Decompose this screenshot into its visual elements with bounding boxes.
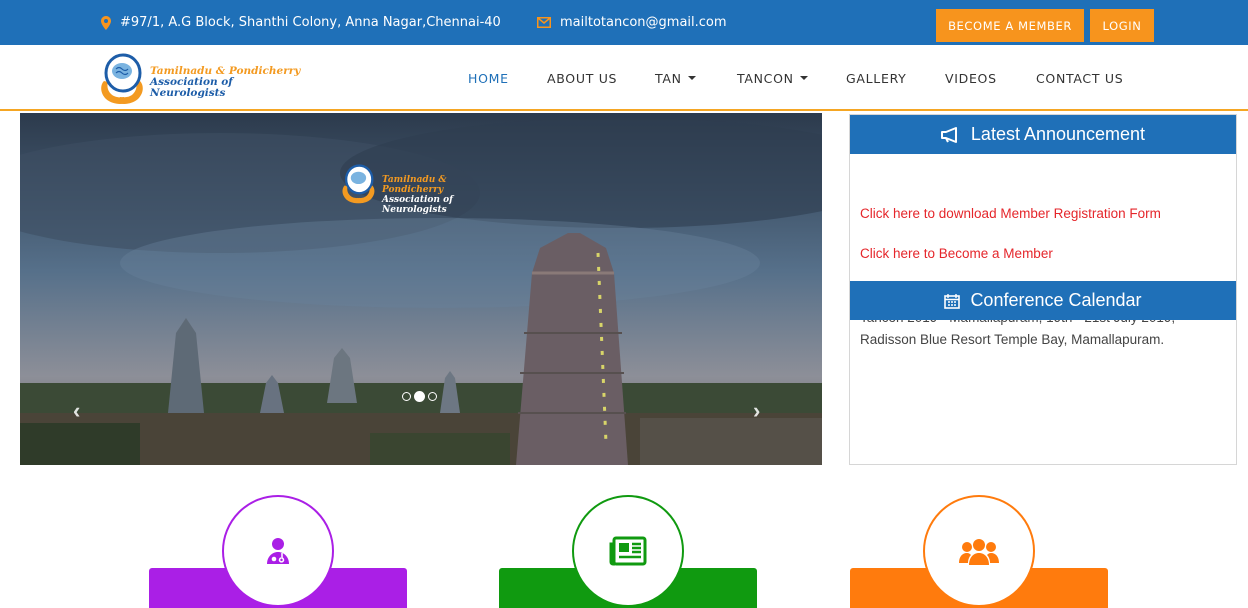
slider-prev-button[interactable]: ‹: [73, 398, 80, 424]
calendar-header: Conference Calendar: [850, 281, 1236, 320]
become-member-button[interactable]: BECOME A MEMBER: [936, 9, 1084, 42]
email-info[interactable]: mailtotancon@gmail.com: [537, 0, 727, 45]
slider-dot[interactable]: [428, 392, 437, 401]
newspaper-icon: [609, 536, 647, 566]
slider-next-button[interactable]: ›: [753, 398, 760, 424]
logo-line-2: Association of Neurologists: [150, 76, 233, 99]
announcement-title: Latest Announcement: [970, 124, 1146, 144]
announcement-header: Latest Announcement: [850, 115, 1236, 154]
slider-indicators: [402, 391, 437, 402]
email-link[interactable]: mailtotancon@gmail.com: [560, 15, 727, 30]
envelope-icon: [537, 17, 551, 28]
slider-dot-active[interactable]: [414, 391, 425, 402]
calendar-list: Tancon 2019 - Mamallapuram, 19th - 21st …: [850, 320, 1236, 465]
caret-down-icon: [687, 76, 696, 80]
calendar-title: Conference Calendar: [970, 290, 1142, 310]
feature-circle-green[interactable]: [572, 495, 684, 607]
nav-home[interactable]: HOME: [468, 45, 509, 111]
slide-logo-text: Tamilnadu & Pondicherry Association of N…: [382, 175, 510, 215]
map-marker-icon: [101, 15, 111, 30]
address-text: #97/1, A.G Block, Shanthi Colony, Anna N…: [120, 15, 501, 30]
nav-contact-us[interactable]: CONTACT US: [1036, 45, 1123, 111]
hero-slider: Tamilnadu & Pondicherry Association of N…: [20, 113, 822, 465]
nav-tan[interactable]: TAN: [655, 45, 696, 111]
nav-gallery[interactable]: GALLERY: [846, 45, 907, 111]
caret-down-icon: [799, 76, 808, 80]
nav-tan-label: TAN: [655, 70, 682, 86]
slide-logo-line-1: Tamilnadu & Pondicherry: [382, 175, 447, 195]
users-icon: [959, 539, 999, 565]
feature-circle-orange[interactable]: [923, 495, 1035, 607]
top-bar: #97/1, A.G Block, Shanthi Colony, Anna N…: [0, 0, 1248, 45]
nav-tancon-label: TANCON: [737, 70, 794, 86]
calendar-icon: [944, 293, 961, 309]
slide-logo-line-2: Association of Neurologists: [382, 195, 453, 215]
announcement-link-become-member[interactable]: Click here to Become a Member: [860, 246, 1053, 261]
main-navbar: Tamilnadu & Pondicherry Association of N…: [0, 45, 1248, 111]
nav-videos[interactable]: VIDEOS: [945, 45, 997, 111]
calendar-entry: Tancon 2019 - Mamallapuram, 19th - 21st …: [860, 320, 1175, 347]
site-logo[interactable]: Tamilnadu & Pondicherry Association of N…: [98, 51, 308, 107]
announcement-link-registration-form[interactable]: Click here to download Member Registrati…: [860, 206, 1161, 221]
brain-head-icon: [342, 164, 375, 204]
bullhorn-icon: [940, 126, 957, 143]
nav-about-us[interactable]: ABOUT US: [547, 45, 617, 111]
announcement-list: Click here to download Member Registrati…: [850, 154, 1236, 281]
logo-text: Tamilnadu & Pondicherry Association of N…: [150, 66, 308, 99]
nav-tancon[interactable]: TANCON: [737, 45, 808, 111]
address-info: #97/1, A.G Block, Shanthi Colony, Anna N…: [101, 0, 501, 45]
login-button[interactable]: LOGIN: [1090, 9, 1154, 42]
doctor-icon: [267, 538, 289, 564]
slider-dot[interactable]: [402, 392, 411, 401]
slide-logo: Tamilnadu & Pondicherry Association of N…: [340, 161, 510, 215]
feature-circle-purple[interactable]: [222, 495, 334, 607]
sidebar-panel: Latest Announcement Click here to downlo…: [849, 114, 1237, 465]
brain-head-icon: [101, 53, 143, 104]
